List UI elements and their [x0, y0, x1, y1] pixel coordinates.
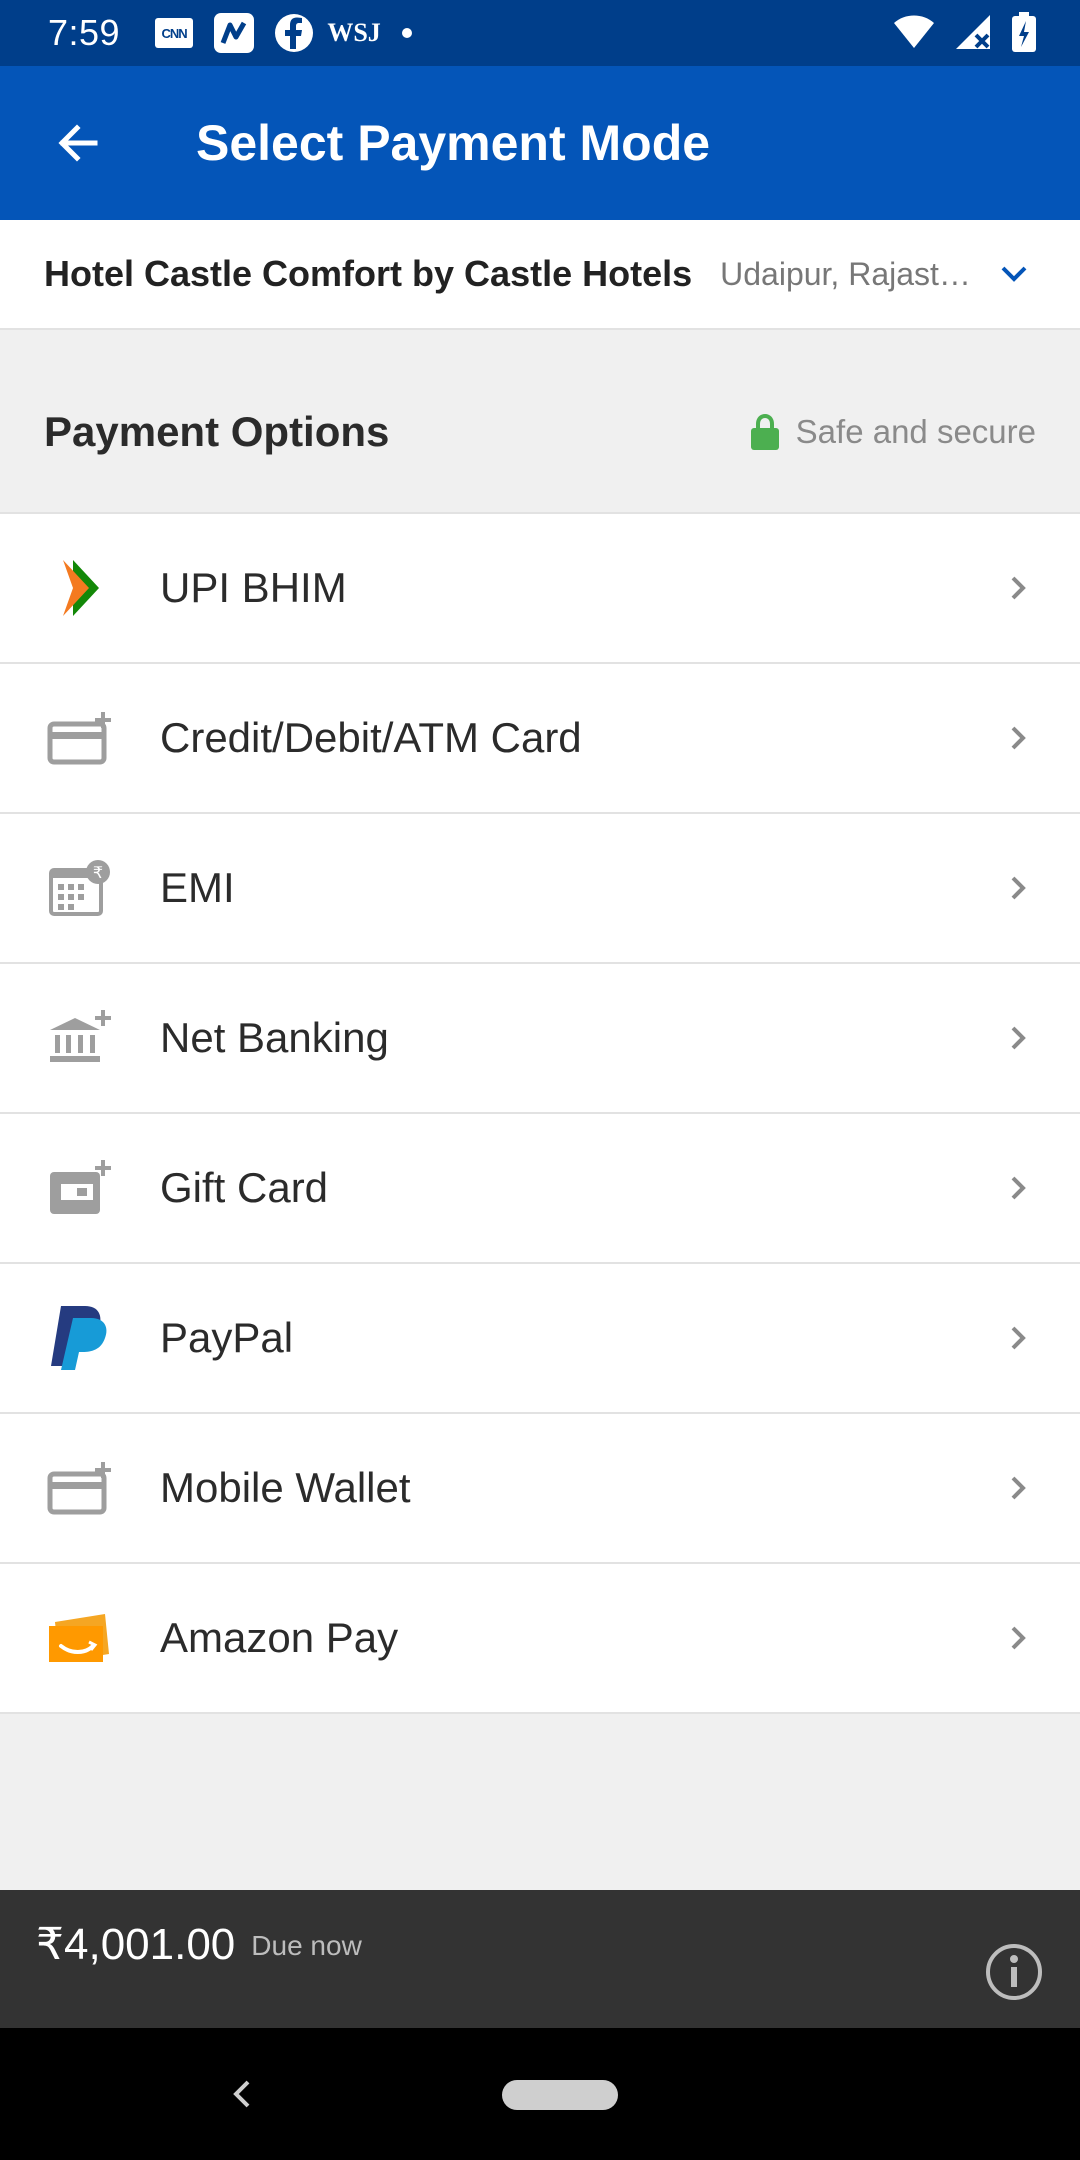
payment-option-label: Credit/Debit/ATM Card: [160, 714, 582, 761]
facebook-icon: [274, 13, 314, 53]
chevron-right-icon: [1011, 576, 1026, 600]
app-bar: Select Payment Mode: [0, 66, 1080, 220]
chevron-right-icon: [1011, 1176, 1026, 1200]
cnn-icon: CNN: [154, 13, 194, 53]
gift-card-add-icon: [40, 1148, 120, 1228]
payment-option-label: EMI: [160, 864, 235, 911]
arrow-left-icon: [58, 124, 98, 162]
payment-options-header: Payment Options Safe and secure: [0, 330, 1080, 512]
bank-add-icon: [40, 998, 120, 1078]
wallet-add-icon: [40, 1448, 120, 1528]
chevron-down-icon[interactable]: [996, 256, 1032, 292]
chevron-right-icon: [1011, 1476, 1026, 1500]
payment-option-gift-card[interactable]: Gift Card: [0, 1114, 1080, 1264]
payment-option-mobile-wallet[interactable]: Mobile Wallet: [0, 1414, 1080, 1564]
payment-option-label: Gift Card: [160, 1164, 329, 1211]
amount-footer: ₹4,001.00 Due now: [0, 1890, 1080, 2028]
status-time: 7:59: [48, 12, 121, 53]
wsj-icon: WSJ: [327, 18, 381, 47]
news-app-icon: [214, 13, 255, 53]
total-amount: ₹4,001.00: [36, 1919, 236, 1969]
page-title: Select Payment Mode: [196, 115, 711, 171]
paypal-logo-icon: [40, 1298, 120, 1378]
section-title: Payment Options: [44, 408, 390, 455]
payment-option-label: Amazon Pay: [160, 1614, 399, 1661]
secure-badge: Safe and secure: [750, 413, 1036, 451]
info-icon[interactable]: [984, 1942, 1044, 2002]
signal-icon: [956, 15, 990, 49]
payment-option-net-banking[interactable]: Net Banking: [0, 964, 1080, 1114]
payment-option-paypal[interactable]: PayPal: [0, 1264, 1080, 1414]
payment-option-upi-bhim[interactable]: UPI BHIM: [0, 514, 1080, 664]
system-nav-bar: [0, 2028, 1080, 2160]
nav-home-pill[interactable]: [502, 2080, 618, 2110]
status-bar: 7:59 CNN WSJ: [0, 0, 1080, 66]
back-button[interactable]: [22, 88, 132, 198]
svg-text:₹: ₹: [93, 863, 103, 882]
nav-back-icon[interactable]: [222, 2074, 262, 2114]
payment-option-card[interactable]: Credit/Debit/ATM Card: [0, 664, 1080, 814]
payment-option-label: Net Banking: [160, 1014, 389, 1061]
battery-icon: [1012, 12, 1036, 52]
payment-option-label: UPI BHIM: [160, 564, 347, 611]
chevron-right-icon: [1011, 1626, 1026, 1650]
chevron-right-icon: [1011, 726, 1026, 750]
wifi-icon: [894, 15, 934, 48]
chevron-right-icon: [1011, 1026, 1026, 1050]
status-indicators: [894, 12, 1036, 52]
hotel-selector[interactable]: Hotel Castle Comfort by Castle Hotels Ud…: [0, 220, 1080, 330]
hotel-location: Udaipur, Rajasthan: [720, 255, 981, 292]
secure-text: Safe and secure: [795, 413, 1036, 450]
payment-options-list: UPI BHIM Credit/Debit/ATM Card ₹ EMI Net…: [0, 512, 1080, 1714]
chevron-right-icon: [1011, 876, 1026, 900]
payment-option-amazon-pay[interactable]: Amazon Pay: [0, 1564, 1080, 1714]
hotel-name: Hotel Castle Comfort by Castle Hotels: [44, 253, 693, 294]
payment-option-label: PayPal: [160, 1314, 294, 1361]
payment-option-label: Mobile Wallet: [160, 1464, 411, 1511]
chevron-right-icon: [1011, 1326, 1026, 1350]
notification-dot-icon: [402, 28, 413, 38]
lock-icon: [750, 414, 779, 450]
card-add-icon: [40, 698, 120, 778]
due-label: Due now: [251, 1930, 362, 1961]
payment-option-emi[interactable]: ₹ EMI: [0, 814, 1080, 964]
amazon-pay-logo-icon: [40, 1598, 120, 1678]
emi-calendar-icon: ₹: [40, 848, 120, 928]
bhim-logo-icon: [40, 548, 120, 628]
